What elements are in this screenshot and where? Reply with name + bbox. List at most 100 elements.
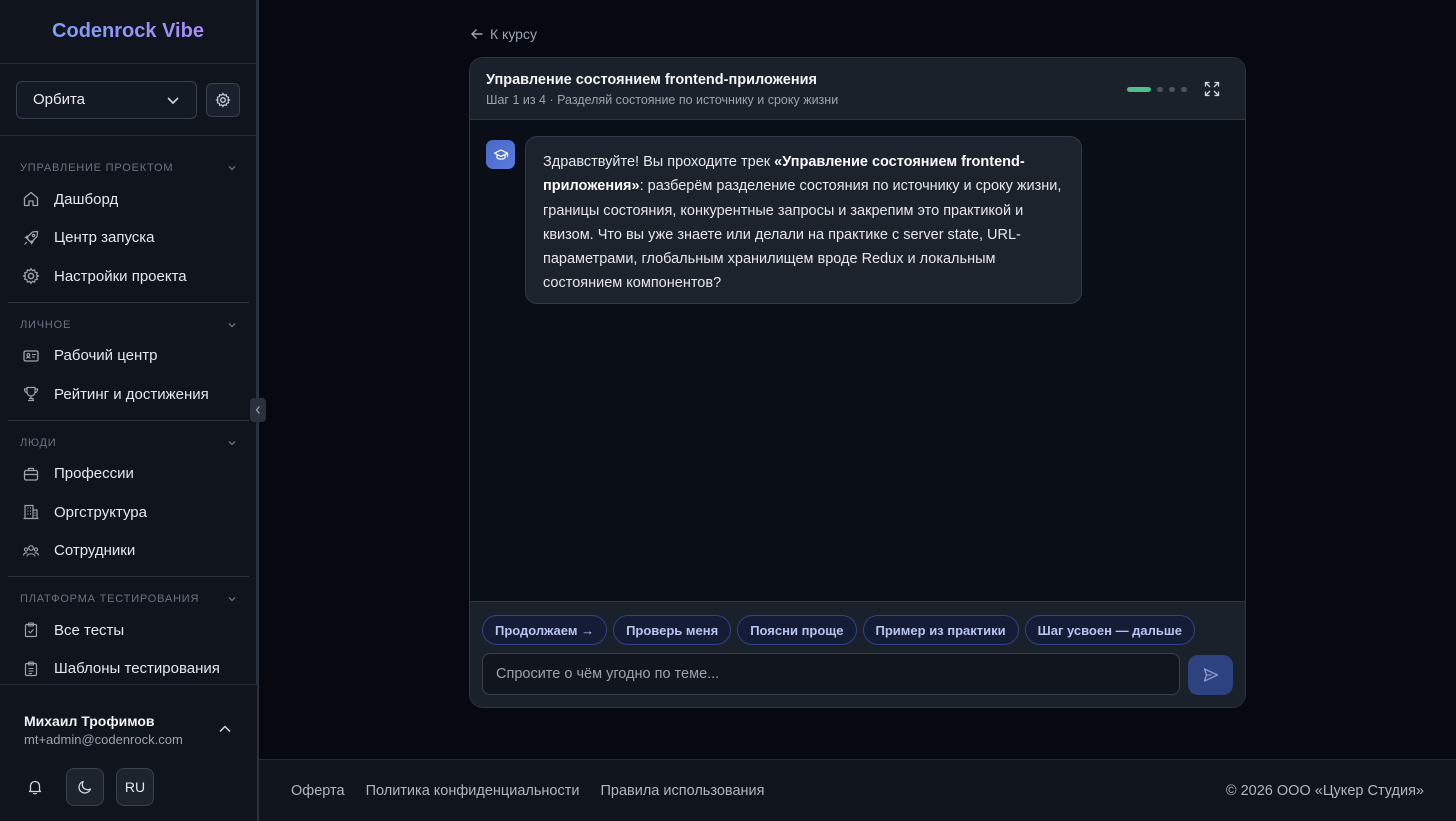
chevron-down-icon (228, 597, 236, 602)
chevron-left-icon (255, 406, 260, 414)
course-title: Управление состоянием frontend-приложени… (486, 72, 817, 88)
sidebar-item-workspace[interactable]: Рабочий центр (8, 337, 249, 376)
composer: Продолжаем → Проверь меня Поясни проще П… (470, 601, 1245, 707)
quick-reply-explain-simpler[interactable]: Поясни проще (737, 615, 857, 645)
tutor-message: Здравствуйте! Вы проходите трек «Управле… (525, 136, 1082, 304)
sidebar-item-employees[interactable]: Сотрудники (8, 532, 249, 571)
course-header: Управление состоянием frontend-приложени… (470, 58, 1245, 120)
user-block: Михаил Трофимов mt+admin@codenrock.com R… (0, 684, 257, 821)
section-testing-platform: ПЛАТФОРМА ТЕСТИРОВАНИЯ Все тесты Шаблоны… (0, 587, 257, 684)
notifications-button[interactable] (16, 768, 54, 806)
project-settings-button[interactable] (206, 82, 240, 117)
sidebar-item-project-settings[interactable]: Настройки проекта (8, 257, 249, 296)
sidebar-item-rating[interactable]: Рейтинг и достижения (8, 375, 249, 414)
sidebar-item-label: Сотрудники (54, 542, 136, 560)
section-project-management: УПРАВЛЕНИЕ ПРОЕКТОМ Дашборд Центр запуск… (0, 156, 257, 296)
sidebar-item-test-templates[interactable]: Шаблоны тестирования (8, 650, 249, 685)
building-icon (23, 505, 39, 520)
project-select-value: Орбита (33, 91, 86, 108)
expand-icon[interactable] (1203, 80, 1221, 98)
graduation-cap-icon (493, 148, 508, 160)
divider (8, 301, 249, 303)
step-indicator (1157, 87, 1163, 92)
divider (8, 576, 249, 577)
chat-input-placeholder: Спросите о чём угодно по теме... (496, 666, 720, 682)
sidebar-nav[interactable]: УПРАВЛЕНИЕ ПРОЕКТОМ Дашборд Центр запуск… (0, 136, 257, 684)
course-chat-card: Управление состоянием frontend-приложени… (469, 57, 1246, 708)
project-row: Орбита (0, 64, 256, 136)
sidebar-item-professions[interactable]: Профессии (8, 455, 249, 494)
message-body: : разберём разделение состояния по источ… (543, 178, 1062, 292)
clipboard-list-icon (24, 661, 38, 676)
section-title: ЛЮДИ (20, 436, 57, 449)
step-indicator (1181, 87, 1187, 92)
section-title: ЛИЧНОЕ (20, 318, 72, 331)
quick-reply-continue[interactable]: Продолжаем → (482, 615, 608, 645)
section-header[interactable]: ПЛАТФОРМА ТЕСТИРОВАНИЯ (8, 587, 249, 611)
brand-header: Codenrock Vibe (0, 0, 256, 64)
brand-logo[interactable]: Codenrock Vibe (52, 20, 204, 43)
footer-link-privacy[interactable]: Политика конфиденциальности (366, 783, 580, 799)
course-step-subtitle: Шаг 1 из 4 · Разделяй состояние по источ… (486, 93, 839, 107)
copyright: © 2026 ООО «Цукер Студия» (1225, 783, 1424, 799)
send-icon (1203, 668, 1218, 682)
section-header[interactable]: ЛЮДИ (8, 431, 249, 455)
sidebar-item-org-structure[interactable]: Оргструктура (8, 493, 249, 532)
sidebar-item-label: Шаблоны тестирования (54, 660, 220, 678)
step-indicator (1169, 87, 1175, 92)
gear-icon (22, 267, 40, 285)
step-indicator-active (1127, 87, 1151, 92)
quick-reply-practice-example[interactable]: Пример из практики (862, 615, 1019, 645)
sidebar-item-launch-center[interactable]: Центр запуска (8, 219, 249, 258)
clipboard-check-icon (24, 622, 38, 638)
chat-input[interactable]: Спросите о чём угодно по теме... (482, 653, 1180, 695)
chevron-up-icon[interactable] (217, 721, 233, 737)
section-title: ПЛАТФОРМА ТЕСТИРОВАНИЯ (20, 593, 200, 605)
theme-toggle-button[interactable] (66, 768, 104, 806)
sidebar-item-all-tests[interactable]: Все тесты (8, 611, 249, 650)
footer: Оферта Политика конфиденциальности Прави… (259, 759, 1456, 821)
user-name: Михаил Трофимов (24, 713, 155, 729)
section-personal: ЛИЧНОЕ Рабочий центр Рейтинг и достижени… (0, 313, 257, 414)
moon-icon (78, 780, 92, 794)
sidebar-item-label: Оргструктура (54, 503, 147, 521)
sidebar-item-label: Настройки проекта (54, 267, 187, 285)
project-select[interactable]: Орбита (16, 80, 198, 119)
quick-reply-step-done[interactable]: Шаг усвоен — дальше (1024, 615, 1195, 645)
sidebar-collapse-button[interactable] (250, 398, 266, 422)
sidebar: Codenrock Vibe Орбита УПРАВЛЕНИЕ ПРОЕКТО… (0, 0, 257, 821)
footer-link-offer[interactable]: Оферта (291, 783, 345, 799)
user-actions: RU (16, 768, 154, 806)
sidebar-item-label: Рабочий центр (54, 347, 158, 365)
sidebar-item-label: Дашборд (54, 190, 119, 208)
user-email: mt+admin@codenrock.com (24, 732, 183, 747)
section-people: ЛЮДИ Профессии Оргструктура Сотрудники (0, 431, 257, 571)
language-button[interactable]: RU (116, 768, 154, 806)
sidebar-item-dashboard[interactable]: Дашборд (8, 180, 249, 219)
back-label: К курсу (490, 26, 537, 42)
home-icon (23, 192, 39, 207)
gear-icon (215, 92, 231, 107)
step-progress (1127, 87, 1187, 92)
section-header[interactable]: УПРАВЛЕНИЕ ПРОЕКТОМ (8, 156, 249, 180)
sidebar-item-label: Центр запуска (54, 229, 155, 247)
divider (8, 419, 249, 421)
rocket-icon (24, 230, 39, 245)
sidebar-item-label: Все тесты (54, 621, 125, 639)
footer-link-terms[interactable]: Правила использования (600, 783, 764, 799)
users-icon (22, 544, 40, 557)
sidebar-item-label: Рейтинг и достижения (54, 385, 209, 403)
language-label: RU (124, 779, 146, 795)
chevron-down-icon (228, 166, 236, 171)
sidebar-item-label: Профессии (54, 465, 134, 483)
send-button[interactable] (1188, 655, 1233, 695)
tutor-avatar (486, 140, 515, 169)
back-to-course-link[interactable]: К курсу (470, 26, 537, 42)
chevron-down-icon (228, 322, 236, 327)
bell-icon (28, 780, 42, 795)
trophy-icon (23, 387, 39, 402)
quick-reply-check-me[interactable]: Проверь меня (613, 615, 732, 645)
id-card-icon (23, 350, 39, 362)
section-header[interactable]: ЛИЧНОЕ (8, 313, 249, 337)
section-title: УПРАВЛЕНИЕ ПРОЕКТОМ (20, 162, 174, 174)
